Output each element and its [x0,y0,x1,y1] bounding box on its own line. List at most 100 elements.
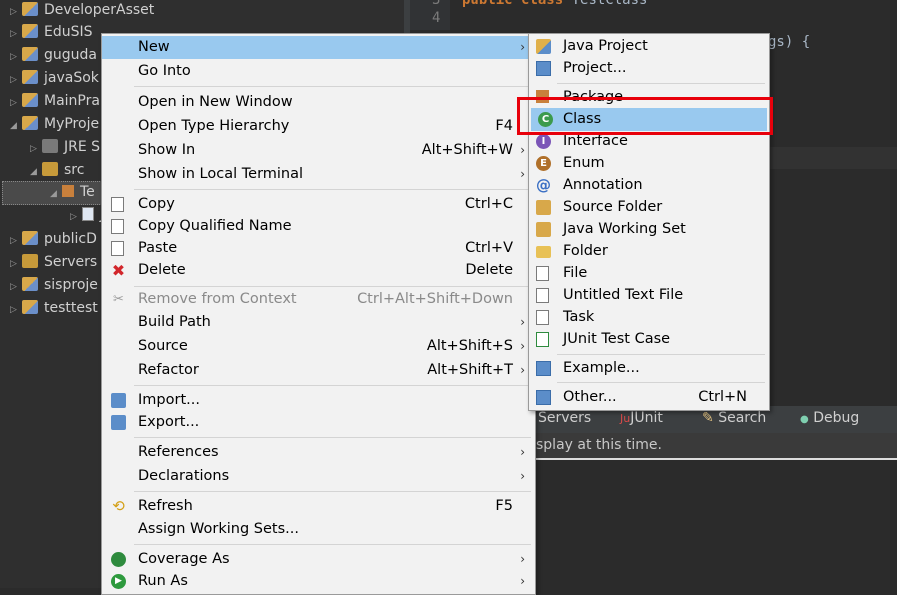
collapse-arrow-icon[interactable]: ◢ [50,183,62,205]
expand-arrow-icon[interactable]: ▷ [10,253,22,275]
tree-item-jre[interactable]: ▷ JRE S [30,136,100,158]
menu-item-build-path[interactable]: Build Path › [102,311,535,334]
folder-icon [536,246,551,258]
tree-item-label: JRE S [64,139,101,155]
menu-item-open-type-hierarchy[interactable]: Open Type Hierarchy F4 [102,115,535,138]
menu-item-annotation[interactable]: @ Annotation [529,174,769,197]
menu-item-java-working-set[interactable]: Java Working Set [529,218,769,241]
menu-item-file[interactable]: File [529,262,769,285]
tree-item-label: guguda [44,47,97,63]
project-icon [536,61,551,76]
expand-arrow-icon[interactable]: ▷ [10,92,22,114]
project-icon [22,24,38,38]
tab-search[interactable]: ✎ Search [702,410,766,426]
tab-servers[interactable]: Servers [538,410,591,426]
menu-item-label: JUnit Test Case [563,331,671,347]
menu-item-label: Annotation [563,177,643,193]
menu-item-new[interactable]: New › [102,36,535,59]
collapse-arrow-icon[interactable]: ◢ [10,115,22,137]
menu-separator [134,491,531,492]
tab-debug[interactable]: ● Debug [800,410,859,426]
menu-item-folder[interactable]: Folder [529,240,769,263]
menu-item-label: Show in Local Terminal [138,166,304,182]
menu-item-show-local-terminal[interactable]: Show in Local Terminal › [102,163,535,186]
tree-item-servers[interactable]: ▷ Servers [10,251,97,273]
library-icon [42,139,58,153]
expand-arrow-icon[interactable]: ▷ [10,46,22,68]
menu-item-import[interactable]: Import... [102,389,535,412]
menu-item-run-as[interactable]: ▶ Run As › [102,570,535,593]
menu-separator [134,385,531,386]
expand-arrow-icon[interactable]: ▷ [10,1,22,23]
project-icon [22,2,38,16]
menu-item-assign-working-sets[interactable]: Assign Working Sets... [102,518,535,541]
menu-item-source-folder[interactable]: Source Folder [529,196,769,219]
tree-item-publicd[interactable]: ▷ publicD [10,228,97,250]
code-keyword: public class [462,0,564,8]
menu-item-java-project[interactable]: Java Project [529,35,769,58]
menu-item-remove-from-context[interactable]: ✂ Remove from Context Ctrl+Alt+Shift+Dow… [102,288,535,311]
expand-arrow-icon[interactable]: ▷ [10,69,22,91]
tree-item-developerasset[interactable]: ▷ DeveloperAsset [10,0,154,21]
menu-item-label: Assign Working Sets... [138,521,300,537]
expand-arrow-icon[interactable]: ▷ [70,206,82,228]
menu-item-copy[interactable]: Copy Ctrl+C [102,193,535,216]
menu-item-go-into[interactable]: Go Into [102,60,535,83]
menu-item-label: Copy [138,196,175,212]
menu-item-other[interactable]: Other... Ctrl+N [529,386,769,409]
tree-item-edusis[interactable]: ▷ EduSIS [10,21,93,43]
menu-item-coverage-as[interactable]: Coverage As › [102,548,535,571]
tree-item-src[interactable]: ◢ src [30,159,84,181]
example-icon [536,361,551,376]
tree-item-mainpra[interactable]: ▷ MainPra [10,90,100,112]
shortcut-label: Ctrl+Alt+Shift+Down [357,291,513,307]
code-fragment: gs) { [768,34,811,50]
menu-item-delete[interactable]: ✖ Delete Delete [102,259,535,282]
menu-item-export[interactable]: Export... [102,411,535,434]
expand-arrow-icon[interactable]: ▷ [10,23,22,45]
menu-item-example[interactable]: Example... [529,357,769,380]
menu-separator [557,83,765,84]
expand-arrow-icon[interactable]: ▷ [10,299,22,321]
collapse-arrow-icon[interactable]: ◢ [30,161,42,183]
menu-item-untitled-text-file[interactable]: Untitled Text File [529,284,769,307]
tab-search-label: Search [718,410,767,426]
expand-arrow-icon[interactable]: ▷ [30,138,42,160]
tree-item-testtest[interactable]: ▷ testtest [10,297,98,319]
copy-icon [111,219,124,234]
menu-item-paste[interactable]: Paste Ctrl+V [102,237,535,260]
menu-item-copy-qualified-name[interactable]: Copy Qualified Name [102,215,535,238]
debug-icon: ● [800,414,809,425]
tree-item-guguda[interactable]: ▷ guguda [10,44,97,66]
menu-item-task[interactable]: Task [529,306,769,329]
menu-item-junit-test-case[interactable]: JUnit Test Case [529,328,769,351]
tab-junit[interactable]: JuJUnit [620,410,663,426]
current-line-highlight [768,147,897,169]
menu-item-project[interactable]: Project... [529,57,769,80]
menu-item-refresh[interactable]: ⟲ Refresh F5 [102,495,535,518]
menu-item-refactor[interactable]: Refactor Alt+Shift+T › [102,359,535,382]
tree-item-java-file[interactable]: ▷J [70,204,104,226]
menu-item-label: Refactor [138,362,199,378]
menu-item-label: File [563,265,588,281]
coverage-icon [111,552,126,567]
tree-item-sisproje[interactable]: ▷ sisproje [10,274,98,296]
menu-item-show-in[interactable]: Show In Alt+Shift+W › [102,139,535,162]
working-set-icon [536,222,551,237]
menu-separator [134,544,531,545]
run-icon: ▶ [111,574,126,589]
tree-item-myproje[interactable]: ◢ MyProje [10,113,99,135]
java-file-icon [82,207,94,221]
expand-arrow-icon[interactable]: ▷ [10,276,22,298]
menu-item-enum[interactable]: E Enum [529,152,769,175]
menu-item-source[interactable]: Source Alt+Shift+S › [102,335,535,358]
shortcut-label: Alt+Shift+S [426,338,513,354]
expand-arrow-icon[interactable]: ▷ [10,230,22,252]
tree-item-package[interactable]: ◢ Te [50,181,95,203]
source-folder-icon [536,200,551,215]
menu-item-declarations[interactable]: Declarations › [102,465,535,488]
menu-separator [134,286,531,287]
tree-item-javasok[interactable]: ▷ javaSok [10,67,99,89]
menu-item-references[interactable]: References › [102,441,535,464]
menu-item-open-new-window[interactable]: Open in New Window [102,91,535,114]
